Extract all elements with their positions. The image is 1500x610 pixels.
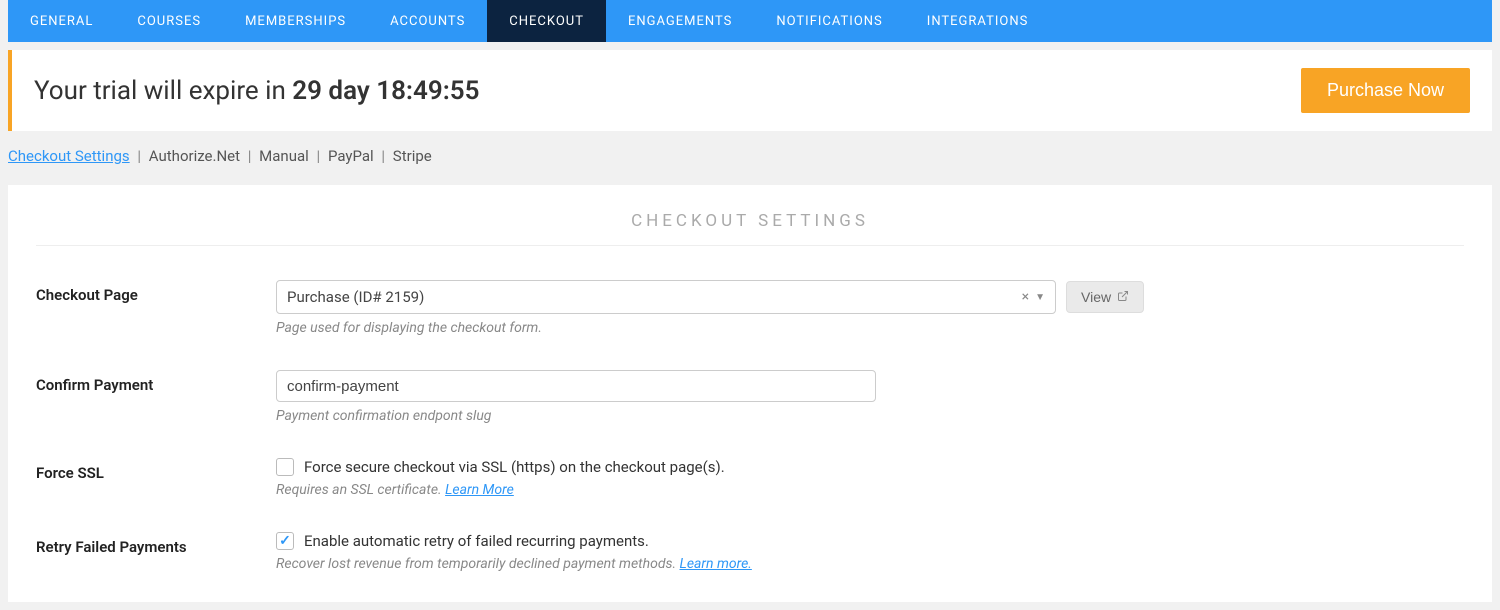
- subnav-checkout-settings[interactable]: Checkout Settings: [8, 147, 130, 165]
- confirm-payment-input[interactable]: [276, 370, 876, 402]
- nav-integrations[interactable]: INTEGRATIONS: [905, 0, 1051, 42]
- retry-checkbox[interactable]: [276, 532, 294, 550]
- retry-learn-more-link[interactable]: Learn more.: [680, 556, 752, 572]
- chevron-down-icon: ▼: [1035, 292, 1045, 303]
- force-ssl-helper: Requires an SSL certificate. Learn More: [276, 482, 1464, 498]
- subnav-stripe[interactable]: Stripe: [393, 147, 432, 165]
- panel-title: CHECKOUT SETTINGS: [36, 203, 1464, 246]
- confirm-payment-helper: Payment confirmation endpont slug: [276, 408, 1464, 424]
- checkout-page-select[interactable]: Purchase (ID# 2159) × ▼: [276, 280, 1056, 314]
- view-button[interactable]: View: [1066, 281, 1144, 313]
- external-link-icon: [1117, 289, 1129, 305]
- force-ssl-learn-more-link[interactable]: Learn More: [445, 482, 514, 498]
- force-ssl-check-label: Force secure checkout via SSL (https) on…: [304, 458, 725, 476]
- row-retry-failed: Retry Failed Payments Enable automatic r…: [36, 532, 1464, 572]
- trial-prefix: Your trial will expire in: [34, 76, 292, 106]
- row-confirm-payment: Confirm Payment Payment confirmation end…: [36, 370, 1464, 424]
- confirm-payment-label: Confirm Payment: [36, 370, 276, 394]
- nav-engagements[interactable]: ENGAGEMENTS: [606, 0, 754, 42]
- view-button-label: View: [1081, 289, 1111, 305]
- nav-memberships[interactable]: MEMBERSHIPS: [223, 0, 368, 42]
- retry-helper: Recover lost revenue from temporarily de…: [276, 556, 1464, 572]
- nav-courses[interactable]: COURSES: [115, 0, 223, 42]
- purchase-now-button[interactable]: Purchase Now: [1301, 68, 1470, 113]
- checkout-page-value: Purchase (ID# 2159): [287, 288, 1022, 306]
- settings-panel: CHECKOUT SETTINGS Checkout Page Purchase…: [8, 185, 1492, 602]
- row-checkout-page: Checkout Page Purchase (ID# 2159) × ▼ Vi…: [36, 280, 1464, 336]
- subnav-manual[interactable]: Manual: [259, 147, 309, 165]
- nav-accounts[interactable]: ACCOUNTS: [368, 0, 487, 42]
- close-icon[interactable]: ×: [1022, 289, 1029, 305]
- trial-message: Your trial will expire in 29 day 18:49:5…: [34, 76, 480, 106]
- retry-check-label: Enable automatic retry of failed recurri…: [304, 532, 649, 550]
- subnav-authorize-net[interactable]: Authorize.Net: [149, 147, 240, 165]
- checkout-page-helper: Page used for displaying the checkout fo…: [276, 320, 1464, 336]
- nav-notifications[interactable]: NOTIFICATIONS: [754, 0, 904, 42]
- subnav-paypal[interactable]: PayPal: [328, 147, 374, 165]
- trial-banner: Your trial will expire in 29 day 18:49:5…: [8, 50, 1492, 131]
- nav-general[interactable]: GENERAL: [8, 0, 115, 42]
- top-nav: GENERAL COURSES MEMBERSHIPS ACCOUNTS CHE…: [8, 0, 1492, 42]
- sub-nav: Checkout Settings | Authorize.Net | Manu…: [0, 131, 1500, 177]
- force-ssl-label: Force SSL: [36, 458, 276, 482]
- nav-checkout[interactable]: CHECKOUT: [487, 0, 606, 42]
- force-ssl-checkbox[interactable]: [276, 458, 294, 476]
- trial-remaining: 29 day 18:49:55: [292, 76, 479, 106]
- retry-label: Retry Failed Payments: [36, 532, 276, 556]
- checkout-page-label: Checkout Page: [36, 280, 276, 304]
- row-force-ssl: Force SSL Force secure checkout via SSL …: [36, 458, 1464, 498]
